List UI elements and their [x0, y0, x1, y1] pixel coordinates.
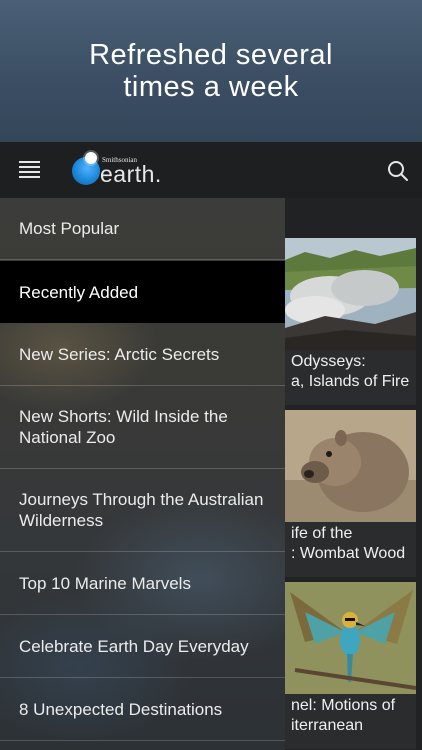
app-bar: Smithsonian earth.	[0, 142, 422, 198]
app-screen: Smithsonian earth. Odysseys: a, Islands …	[0, 142, 422, 750]
menu-icon[interactable]	[19, 160, 40, 178]
video-card[interactable]: Odysseys: a, Islands of Fire	[285, 238, 416, 405]
drawer-item-label: New Shorts: Wild Inside the National Zoo	[19, 407, 228, 447]
drawer-item-recently-added[interactable]: Recently Added	[0, 261, 285, 323]
promo-headline: Refreshed several times a week	[89, 39, 333, 103]
smithsonian-earth-logo: Smithsonian earth.	[72, 152, 172, 188]
drawer-item-wild-inside-national-zoo[interactable]: New Shorts: Wild Inside the National Zoo	[0, 386, 285, 469]
video-card[interactable]: nel: Motions of iterranean	[285, 582, 416, 749]
logo-wordmark: earth.	[100, 161, 162, 187]
video-thumbnail[interactable]	[285, 238, 416, 350]
video-title: Odysseys: a, Islands of Fire	[291, 353, 410, 390]
video-card[interactable]: ife of the : Wombat Wood	[285, 410, 416, 577]
promo-banner: Refreshed several times a week	[0, 0, 422, 142]
drawer-item-marine-marvels[interactable]: Top 10 Marine Marvels	[0, 552, 285, 615]
drawer-item-most-popular[interactable]: Most Popular	[0, 198, 285, 260]
drawer-item-unexpected-destinations[interactable]: 8 Unexpected Destinations	[0, 678, 285, 741]
drawer-item-earth-day[interactable]: Celebrate Earth Day Everyday	[0, 615, 285, 678]
navigation-drawer: Most Popular Recently Added New Series: …	[0, 198, 285, 750]
search-icon[interactable]	[387, 160, 409, 182]
drawer-item-arctic-secrets[interactable]: New Series: Arctic Secrets	[0, 323, 285, 386]
drawer-item-label: Celebrate Earth Day Everyday	[19, 636, 249, 656]
drawer-item-label: 8 Unexpected Destinations	[19, 699, 223, 719]
drawer-item-label: Most Popular	[19, 219, 120, 238]
video-thumbnail[interactable]	[285, 410, 416, 522]
drawer-item-label: New Series: Arctic Secrets	[19, 344, 220, 364]
video-title: ife of the : Wombat Wood	[291, 525, 406, 562]
video-thumbnail[interactable]	[285, 582, 416, 694]
drawer-item-label: Recently Added	[19, 282, 139, 302]
video-title: nel: Motions of iterranean	[291, 697, 396, 734]
drawer-item-australian-wilderness[interactable]: Journeys Through the Australian Wilderne…	[0, 469, 285, 552]
drawer-item-label: Top 10 Marine Marvels	[19, 573, 191, 593]
drawer-item-label: Journeys Through the Australian Wilderne…	[19, 490, 264, 530]
sun-icon	[85, 152, 97, 164]
